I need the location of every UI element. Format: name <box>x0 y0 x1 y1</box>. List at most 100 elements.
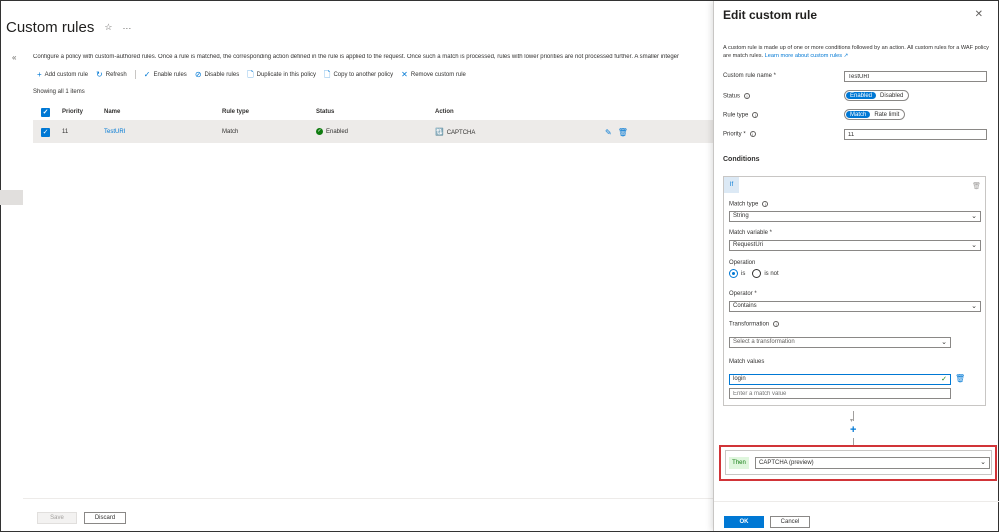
operator-select[interactable]: Contains ⌄ <box>729 301 981 312</box>
header-rule-type[interactable]: Rule type <box>222 109 316 115</box>
operation-is-radio[interactable] <box>729 269 738 278</box>
match-type-label: Match type i <box>729 201 769 208</box>
delete-match-value-icon[interactable]: 🗑 <box>955 374 965 383</box>
chevron-down-icon: ⌄ <box>971 213 977 220</box>
status-disabled-option[interactable]: Disabled <box>876 92 907 99</box>
operator-label: Operator * <box>729 291 757 297</box>
header-action[interactable]: Action <box>435 109 605 115</box>
rule-name-input[interactable] <box>844 71 987 82</box>
row-rule-type: Match <box>222 129 239 135</box>
info-icon[interactable]: i <box>762 201 769 207</box>
refresh-button[interactable]: ↻ Refresh <box>96 69 127 79</box>
match-type-value: String <box>733 213 749 219</box>
row-status: ✓ Enabled <box>316 128 435 136</box>
page-description: Configure a policy with custom-authored … <box>33 54 680 60</box>
row-action: 🔃 CAPTCHA <box>435 128 605 136</box>
edit-custom-rule-panel: Edit custom rule ✕ A custom rule is made… <box>713 1 999 531</box>
operation-label: Operation <box>729 260 756 266</box>
learn-more-link[interactable]: Learn more about custom rules <box>765 53 842 59</box>
match-type-select[interactable]: String ⌄ <box>729 211 981 222</box>
row-status-text: Enabled <box>326 129 349 136</box>
copy-to-policy-button[interactable]: 🗋 Copy to another policy <box>324 69 393 79</box>
header-status[interactable]: Status <box>316 109 435 115</box>
collapse-icon[interactable]: « <box>12 53 16 62</box>
info-icon[interactable]: i <box>773 321 780 327</box>
status-label-text: Status <box>723 93 741 100</box>
then-action-select[interactable]: CAPTCHA (preview) ⌄ <box>755 457 990 469</box>
add-custom-rule-button[interactable]: + Add custom rule <box>37 69 89 79</box>
duplicate-label: Duplicate in this policy <box>256 71 317 78</box>
duplicate-button[interactable]: 🗋 Duplicate in this policy <box>247 69 317 79</box>
ok-button[interactable]: OK <box>724 516 764 528</box>
refresh-icon: ↻ <box>96 69 103 79</box>
save-button[interactable]: Save <box>37 512 77 524</box>
discard-button[interactable]: Discard <box>84 512 126 524</box>
valid-check-icon: ✓ <box>941 376 947 383</box>
plus-icon: + <box>37 69 42 79</box>
panel-footer-divider <box>714 501 999 502</box>
delete-condition-icon[interactable]: 🗑 <box>972 182 981 190</box>
condition-card: If 🗑 Match type i String ⌄ Match variable… <box>723 176 986 406</box>
disable-rules-button[interactable]: ⊘ Disable rules <box>194 69 239 79</box>
rule-type-rate-limit-option[interactable]: Rate limit <box>870 111 903 118</box>
left-nav-indicator <box>0 190 23 205</box>
item-count: Showing all 1 items <box>33 89 85 95</box>
operation-is-not-radio[interactable] <box>752 269 762 278</box>
success-check-icon: ✓ <box>316 128 323 136</box>
priority-label: Priority * i <box>723 131 756 138</box>
rule-type-match-option[interactable]: Match <box>846 111 871 118</box>
info-icon[interactable]: i <box>749 131 756 137</box>
rule-type-label: Rule type i <box>723 112 759 119</box>
enable-rules-button[interactable]: ✓ Enable rules <box>144 70 187 79</box>
status-enabled-option[interactable]: Enabled <box>846 92 877 99</box>
cancel-button[interactable]: Cancel <box>770 516 810 528</box>
connector-line <box>853 438 854 445</box>
connector-line <box>853 411 854 421</box>
close-icon: ✕ <box>401 69 408 79</box>
row-checkbox[interactable]: ✓ <box>41 127 50 137</box>
rules-table: ✓ Priority Name Rule type Status Action … <box>33 104 713 143</box>
rule-type-label-text: Rule type <box>723 112 749 119</box>
transformation-label-text: Transformation <box>729 321 770 328</box>
match-value-input[interactable]: login ✓ <box>729 374 951 385</box>
match-variable-select[interactable]: RequestUri ⌄ <box>729 240 981 251</box>
match-variable-label: Match variable * <box>729 230 773 236</box>
row-action-text: CAPTCHA <box>446 130 476 136</box>
remove-custom-rule-button[interactable]: ✕ Remove custom rule <box>401 69 466 79</box>
edit-pencil-icon[interactable]: ✎ <box>605 128 612 137</box>
transformation-label: Transformation i <box>729 321 780 328</box>
add-custom-rule-label: Add custom rule <box>44 71 89 78</box>
info-icon[interactable]: i <box>744 93 751 99</box>
block-icon: ⊘ <box>194 69 202 79</box>
transformation-placeholder: Select a transformation <box>733 339 795 345</box>
chevron-down-icon: ⌄ <box>971 242 977 249</box>
table-row[interactable]: ✓ 11 TestURI Match ✓ Enabled 🔃 CAPTCHA ✎ 🗑 <box>33 121 713 143</box>
priority-input[interactable] <box>844 129 987 140</box>
transformation-select[interactable]: Select a transformation ⌄ <box>729 337 951 348</box>
then-action-value: CAPTCHA (preview) <box>759 460 814 466</box>
operation-is-not-label: is not <box>764 270 779 277</box>
new-match-value-input[interactable] <box>729 388 951 399</box>
header-name[interactable]: Name <box>104 109 222 115</box>
operation-is-label: is <box>741 270 746 277</box>
select-all-checkbox[interactable]: ✓ <box>41 107 50 117</box>
star-icon[interactable]: ☆ <box>104 22 112 33</box>
add-condition-plus-icon[interactable]: + <box>850 424 856 436</box>
info-icon[interactable]: i <box>752 112 759 118</box>
operator-value: Contains <box>733 303 757 309</box>
status-toggle[interactable]: Enabled Disabled <box>844 90 910 101</box>
rule-name-label: Custom rule name * <box>723 73 777 79</box>
row-name-link[interactable]: TestURI <box>104 129 222 135</box>
more-options-icon[interactable]: ··· <box>122 23 131 33</box>
row-priority: 11 <box>62 129 69 135</box>
footer-divider <box>23 498 713 499</box>
close-icon[interactable]: ✕ <box>975 9 983 20</box>
page-header: Custom rules ☆ ··· <box>6 19 131 36</box>
table-header: ✓ Priority Name Rule type Status Action <box>33 104 713 121</box>
document-icon: 🗋 <box>247 69 254 79</box>
chevron-down-icon: ⌄ <box>980 459 986 466</box>
delete-trash-icon[interactable]: 🗑 <box>618 128 628 137</box>
header-priority[interactable]: Priority <box>62 109 104 115</box>
rule-type-toggle[interactable]: Match Rate limit <box>844 109 906 120</box>
copy-icon: 🗋 <box>324 69 331 79</box>
